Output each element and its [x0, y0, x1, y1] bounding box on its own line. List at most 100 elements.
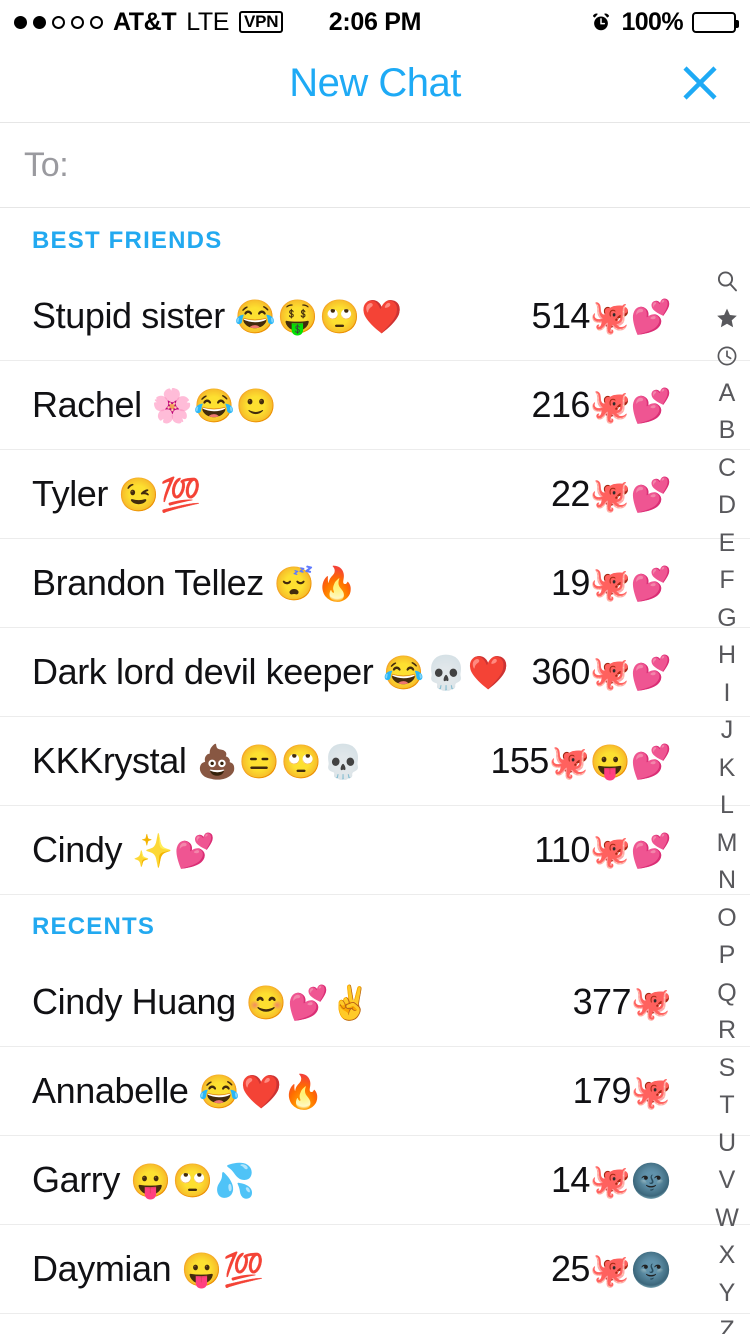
friendship-emoji-badges: 🐙💕 — [589, 831, 672, 869]
index-letter-z[interactable]: Z — [704, 1312, 750, 1334]
friend-score-group: 377 🐙 — [573, 981, 718, 1023]
index-letter-d[interactable]: D — [704, 487, 750, 525]
friend-name: Brandon Tellez — [32, 562, 264, 603]
recipient-input[interactable] — [68, 145, 750, 185]
index-letter-e[interactable]: E — [704, 525, 750, 563]
friendship-emoji-badges: 🐙💕 — [589, 653, 672, 691]
friend-name-emoji: 😂❤️🔥 — [198, 1072, 325, 1110]
recipient-field[interactable]: To: — [0, 122, 750, 208]
friend-name-group: Rachel 🌸😂🙂 — [32, 384, 278, 426]
friend-row-tyler[interactable]: Tyler 😉💯 22 🐙💕 — [0, 450, 750, 539]
friend-name: Cindy Huang — [32, 981, 236, 1022]
friend-name-group: Daymian 😛💯 — [32, 1248, 265, 1290]
index-letter-y[interactable]: Y — [704, 1275, 750, 1313]
section-header-recents: RECENTS — [0, 895, 750, 958]
friend-name-group: Cindy Huang 😊💕✌️ — [32, 981, 372, 1023]
index-letter-l[interactable]: L — [704, 787, 750, 825]
index-letter-u[interactable]: U — [704, 1125, 750, 1163]
index-letter-m[interactable]: M — [704, 825, 750, 863]
friend-name: Tyler — [32, 473, 109, 514]
index-letter-g[interactable]: G — [704, 600, 750, 638]
new-chat-screen: AT&T LTE VPN 2:06 PM 100% New Chat To: B… — [0, 0, 750, 1334]
index-letter-h[interactable]: H — [704, 637, 750, 675]
index-letter-t[interactable]: T — [704, 1087, 750, 1125]
friend-row-annabelle[interactable]: Annabelle 😂❤️🔥 179 🐙 — [0, 1047, 750, 1136]
friendship-emoji-badges: 🐙💕 — [589, 564, 672, 602]
index-letter-w[interactable]: W — [704, 1200, 750, 1238]
snap-score: 19 — [550, 562, 590, 603]
star-icon[interactable] — [704, 300, 750, 338]
friend-name-group: Brandon Tellez 😴🔥 — [32, 562, 358, 604]
friend-name-group: Tyler 😉💯 — [32, 473, 202, 515]
close-button[interactable] — [672, 55, 728, 111]
friend-row-daymian[interactable]: Daymian 😛💯 25 🐙🌚 — [0, 1225, 750, 1314]
index-letter-j[interactable]: J — [704, 712, 750, 750]
index-letter-i[interactable]: I — [704, 675, 750, 713]
friend-score-group: 514 🐙💕 — [532, 295, 718, 337]
friend-name-emoji: 🌸😂🙂 — [151, 386, 278, 424]
friend-row-partial[interactable]: W 🦇😅💯 24 🐙 — [0, 1314, 750, 1334]
friend-score-group: 216 🐙💕 — [532, 384, 718, 426]
friend-score-group: 110 🐙💕 — [534, 829, 718, 871]
index-letter-n[interactable]: N — [704, 862, 750, 900]
friend-name-emoji: 😴🔥 — [273, 564, 359, 602]
index-letter-s[interactable]: S — [704, 1050, 750, 1088]
index-letter-x[interactable]: X — [704, 1237, 750, 1275]
friend-row-rachel[interactable]: Rachel 🌸😂🙂 216 🐙💕 — [0, 361, 750, 450]
friendship-emoji-badges: 🐙😛💕 — [548, 742, 672, 780]
index-letter-f[interactable]: F — [704, 562, 750, 600]
search-icon[interactable] — [704, 262, 750, 300]
friend-score-group: 155 🐙😛💕 — [490, 740, 718, 782]
friend-row-dark-lord-devil-keeper[interactable]: Dark lord devil keeper 😂💀❤️ 360 🐙💕 — [0, 628, 750, 717]
snap-score: 14 — [550, 1159, 590, 1200]
index-letter-v[interactable]: V — [704, 1162, 750, 1200]
snap-score: 110 — [534, 829, 590, 870]
friends-list[interactable]: BEST FRIENDS Stupid sister 😂🤑🙄❤️ 514 🐙💕 … — [0, 209, 750, 1334]
friendship-emoji-badges: 🐙 — [630, 1072, 672, 1110]
close-x-icon — [677, 60, 723, 106]
snap-score: 360 — [531, 651, 591, 692]
page-title: New Chat — [289, 60, 461, 105]
friend-row-cindy-huang[interactable]: Cindy Huang 😊💕✌️ 377 🐙 — [0, 958, 750, 1047]
friend-row-brandon-tellez[interactable]: Brandon Tellez 😴🔥 19 🐙💕 — [0, 539, 750, 628]
snap-score: 179 — [572, 1070, 632, 1111]
alphabet-index-strip[interactable]: A B C D E F G H I J K L M N O P Q R S T … — [704, 262, 750, 1334]
friendship-emoji-badges: 🐙🌚 — [589, 1250, 672, 1288]
index-letter-r[interactable]: R — [704, 1012, 750, 1050]
index-letter-a[interactable]: A — [704, 375, 750, 413]
index-letter-q[interactable]: Q — [704, 975, 750, 1013]
index-letter-b[interactable]: B — [704, 412, 750, 450]
friend-name-emoji: 😂💀❤️ — [383, 653, 510, 691]
friend-row-kkkrystal[interactable]: KKKrystal 💩😑🙄💀 155 🐙😛💕 — [0, 717, 750, 806]
snap-score: 377 — [572, 981, 632, 1022]
alarm-clock-icon — [590, 11, 612, 33]
snap-score: 514 — [531, 295, 591, 336]
friend-score-group: 179 🐙 — [573, 1070, 718, 1112]
snap-score: 155 — [490, 740, 549, 781]
friend-name: Dark lord devil keeper — [32, 651, 374, 692]
friend-name-emoji: 😛💯 — [181, 1250, 266, 1288]
friend-row-cindy[interactable]: Cindy ✨💕 110 🐙💕 — [0, 806, 750, 895]
index-letter-p[interactable]: P — [704, 937, 750, 975]
friend-row-stupid-sister[interactable]: Stupid sister 😂🤑🙄❤️ 514 🐙💕 — [0, 272, 750, 361]
section-header-best-friends: BEST FRIENDS — [0, 209, 750, 272]
friend-name-emoji: 😉💯 — [118, 475, 203, 513]
friend-name-emoji: 😊💕✌️ — [245, 983, 373, 1021]
snap-score: 25 — [550, 1248, 590, 1289]
index-letter-k[interactable]: K — [704, 750, 750, 788]
index-letter-c[interactable]: C — [704, 450, 750, 488]
friend-score-group: 25 🐙🌚 — [551, 1248, 718, 1290]
index-letter-o[interactable]: O — [704, 900, 750, 938]
to-label: To: — [24, 145, 69, 184]
friend-name: Rachel — [32, 384, 142, 425]
clock-icon[interactable] — [704, 337, 750, 375]
friendship-emoji-badges: 🐙💕 — [589, 297, 672, 335]
friend-score-group: 22 🐙💕 — [551, 473, 718, 515]
friend-name: KKKrystal — [32, 740, 187, 781]
battery-percent-label: 100% — [621, 7, 683, 36]
friendship-emoji-badges: 🐙🌚 — [589, 1161, 672, 1199]
battery-icon — [692, 11, 739, 33]
friend-row-garry[interactable]: Garry 😛🙄💦 14 🐙🌚 — [0, 1136, 750, 1225]
friend-name-emoji: 💩😑🙄💀 — [196, 742, 365, 780]
nav-bar: New Chat — [0, 44, 750, 122]
